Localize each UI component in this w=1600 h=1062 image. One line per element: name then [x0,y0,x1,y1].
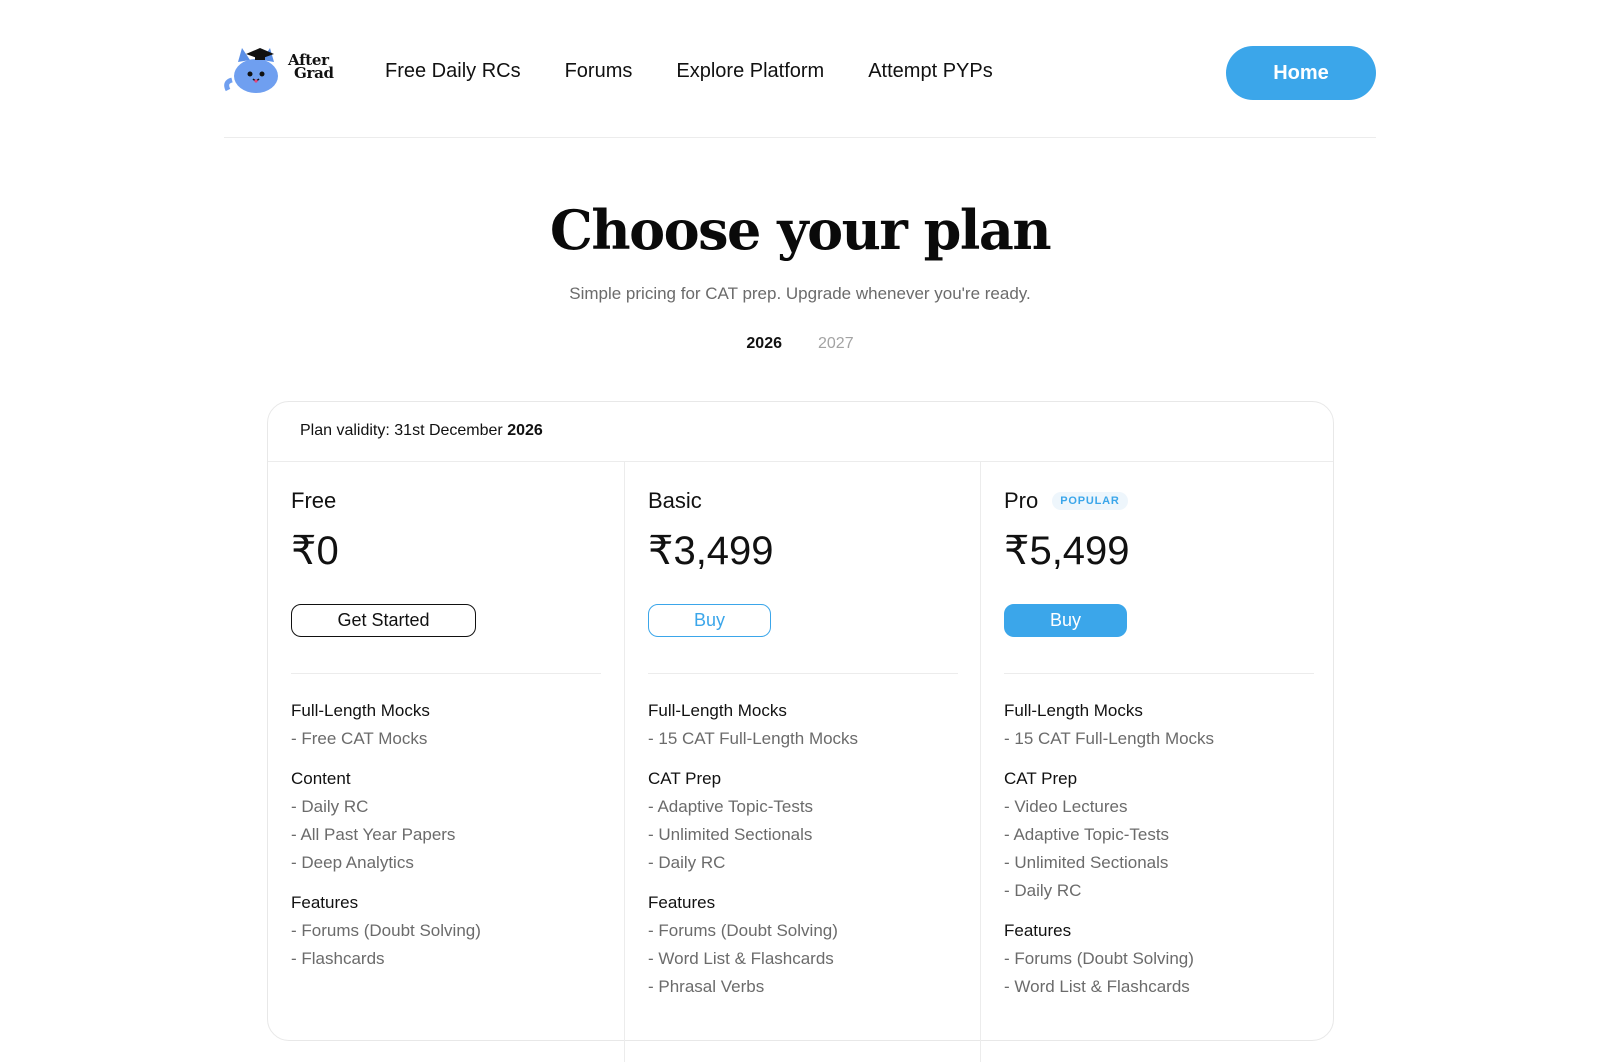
plan-pro: Pro POPULAR ₹5,499 Buy Full-Length Mocks… [980,462,1336,1062]
feature-group: Full-Length Mocks - 15 CAT Full-Length M… [1004,697,1324,753]
feature-group-title: Full-Length Mocks [1004,701,1143,720]
plan-price: ₹3,499 [648,529,774,573]
feature-list: Full-Length Mocks - 15 CAT Full-Length M… [648,697,968,1013]
main-nav: Free Daily RCs Forums Explore Platform A… [385,60,1037,83]
page-title: Choose your plan [549,198,1052,262]
plan-basic: Basic ₹3,499 Buy Full-Length Mocks - 15 … [624,462,980,1062]
feature-group: Features - Forums (Doubt Solving) - Flas… [291,889,611,973]
site-header: After Grad Free Daily RCs Forums Explore… [224,40,1376,104]
feature-item: - 15 CAT Full-Length Mocks [1004,729,1215,748]
plan-divider [291,673,601,674]
pricing-card: Plan validity: 31st December 2026 Free ₹… [267,401,1334,1062]
feature-item: - Video Lectures [1004,797,1128,816]
plan-price: ₹0 [291,529,339,573]
plan-name: Basic [648,488,702,513]
feature-group-title: Content [291,769,351,788]
feature-group: Full-Length Mocks - Free CAT Mocks [291,697,611,753]
plan-name: Pro POPULAR [1004,488,1128,514]
feature-item: - Adaptive Topic-Tests [648,797,814,816]
nav-explore-platform[interactable]: Explore Platform [676,60,824,83]
plan-price: ₹5,499 [1004,529,1130,573]
feature-item: - Free CAT Mocks [291,729,428,748]
plan-divider [1004,673,1314,674]
nav-forums[interactable]: Forums [565,60,633,83]
feature-group-title: Features [291,893,359,912]
feature-item: - Daily RC [291,797,369,816]
feature-item: - Daily RC [1004,881,1082,900]
feature-group: Features - Forums (Doubt Solving) - Word… [648,889,968,1001]
plan-free: Free ₹0 Get Started Full-Length Mocks - … [268,462,624,1062]
logo-wordmark: After Grad [288,51,334,82]
feature-item: - 15 CAT Full-Length Mocks [648,729,859,748]
feature-item: - Unlimited Sectionals [648,825,813,844]
aftergrad-logo[interactable]: After Grad [224,46,339,93]
feature-item: - Forums (Doubt Solving) [648,921,838,940]
feature-group-title: Features [1004,921,1072,940]
header-divider [224,137,1376,138]
feature-item: - Forums (Doubt Solving) [1004,949,1194,968]
feature-group-title: Full-Length Mocks [648,701,787,720]
feature-item: - Forums (Doubt Solving) [291,921,481,940]
feature-group-title: CAT Prep [648,769,722,788]
buy-basic-button[interactable]: Buy [648,604,771,637]
feature-group-title: Features [648,893,716,912]
get-started-button[interactable]: Get Started [291,604,476,637]
feature-item: - Unlimited Sectionals [1004,853,1169,872]
feature-group: Content - Daily RC - All Past Year Paper… [291,765,611,877]
nav-attempt-pyps[interactable]: Attempt PYPs [868,60,993,83]
feature-group: Full-Length Mocks - 15 CAT Full-Length M… [648,697,968,753]
feature-item: - All Past Year Papers [291,825,456,844]
feature-item: - Adaptive Topic-Tests [1004,825,1170,844]
plan-divider [648,673,958,674]
feature-group: CAT Prep - Adaptive Topic-Tests - Unlimi… [648,765,968,877]
page-subtitle: Simple pricing for CAT prep. Upgrade whe… [569,284,1031,303]
feature-item: - Word List & Flashcards [648,949,834,968]
tab-year-2026[interactable]: 2026 [746,335,782,353]
cat-mascot-icon [224,48,278,93]
feature-list: Full-Length Mocks - Free CAT Mocks Conte… [291,697,611,985]
feature-item: - Deep Analytics [291,853,414,872]
feature-group: Features - Forums (Doubt Solving) - Word… [1004,917,1324,1001]
feature-item: - Phrasal Verbs [648,977,765,996]
nav-free-daily-rcs[interactable]: Free Daily RCs [385,60,521,83]
buy-pro-button[interactable]: Buy [1004,604,1127,637]
plan-validity: Plan validity: 31st December 2026 [300,422,543,439]
feature-list: Full-Length Mocks - 15 CAT Full-Length M… [1004,697,1324,1013]
popular-badge: POPULAR [1052,492,1128,510]
tab-year-2027[interactable]: 2027 [818,335,854,353]
feature-group-title: Full-Length Mocks [291,701,430,720]
year-tabs: 2026 2027 [0,335,1600,353]
feature-group: CAT Prep - Video Lectures - Adaptive Top… [1004,765,1324,905]
feature-item: - Flashcards [291,949,385,968]
feature-group-title: CAT Prep [1004,769,1078,788]
feature-item: - Daily RC [648,853,726,872]
home-button[interactable]: Home [1226,46,1376,100]
plan-name: Free [291,488,337,513]
feature-item: - Word List & Flashcards [1004,977,1190,996]
